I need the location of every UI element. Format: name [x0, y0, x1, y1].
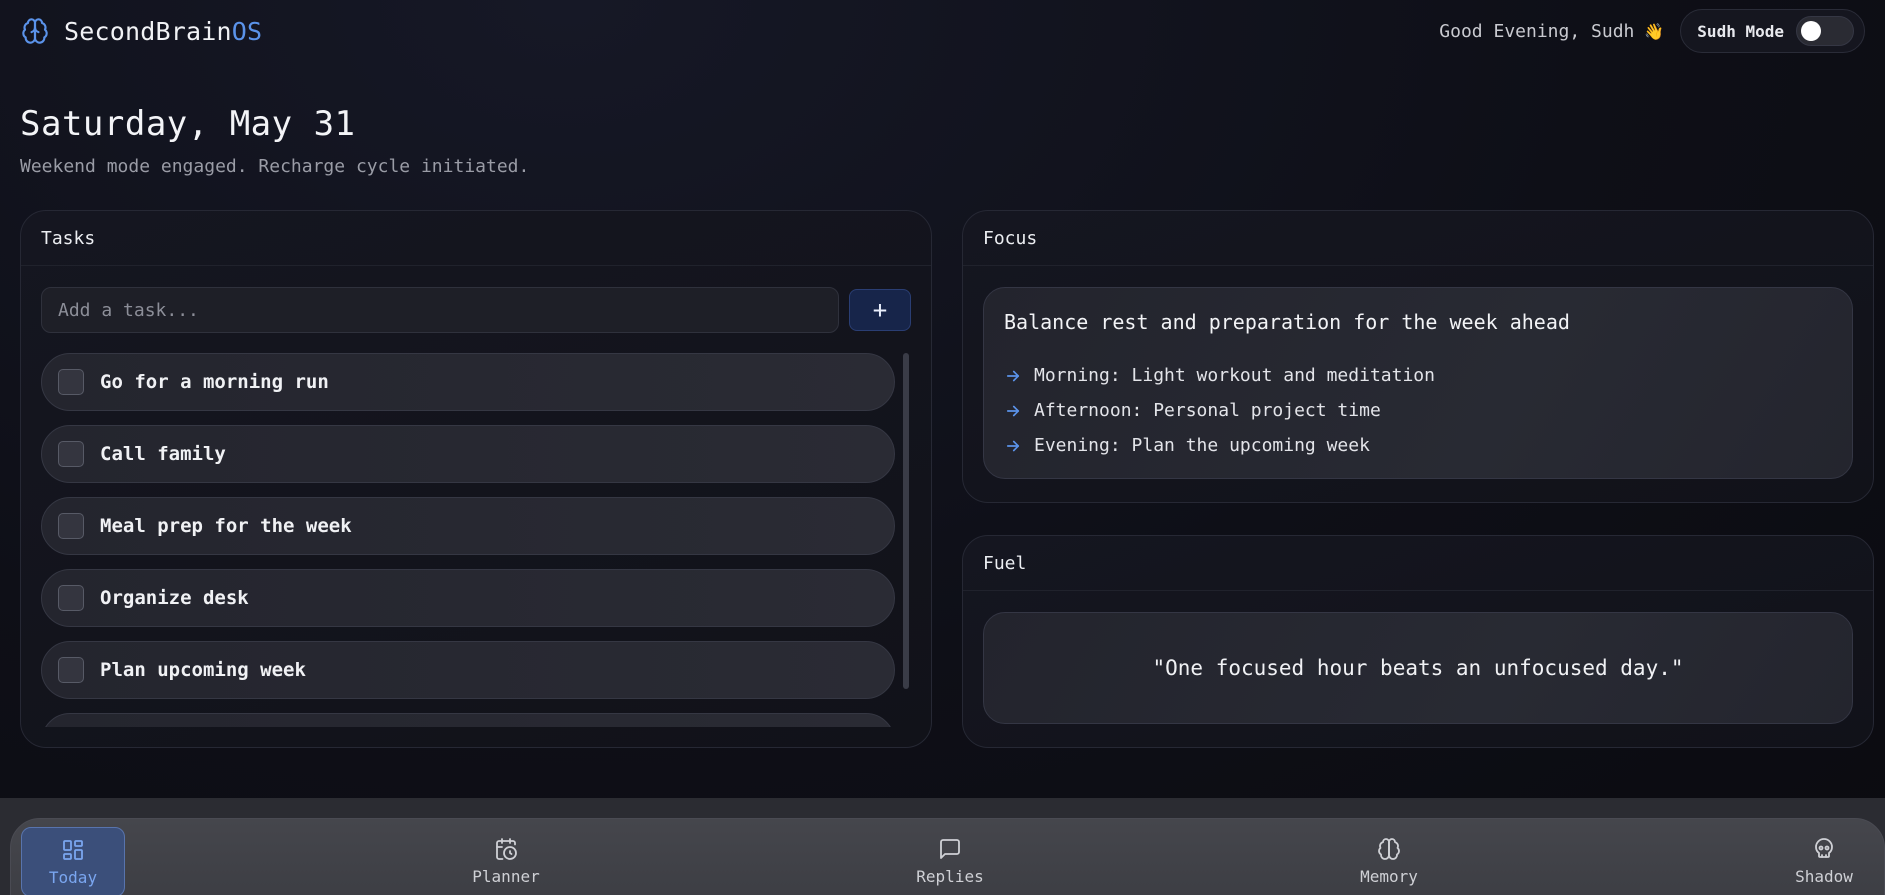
skull-icon — [1812, 837, 1836, 861]
greeting: Good Evening, Sudh 👋 — [1439, 21, 1664, 42]
fuel-card: Fuel "One focused hour beats an unfocuse… — [962, 535, 1874, 748]
task-item[interactable]: Call family — [41, 425, 895, 483]
task-checkbox[interactable] — [58, 369, 84, 395]
focus-title: Balance rest and preparation for the wee… — [1004, 310, 1570, 334]
task-list-scrollbar[interactable] — [903, 353, 909, 689]
focus-item: Morning: Light workout and meditation — [1004, 358, 1832, 393]
task-checkbox[interactable] — [58, 657, 84, 683]
add-task-input[interactable] — [41, 287, 839, 333]
focus-item: Evening: Plan the upcoming week — [1004, 428, 1832, 463]
mode-label: Sudh Mode — [1697, 21, 1784, 41]
nav-label: Replies — [916, 867, 984, 886]
nav-today[interactable]: Today — [21, 827, 125, 895]
nav-memory[interactable]: Memory — [1334, 827, 1444, 895]
focus-item-text: Evening: Plan the upcoming week — [1034, 435, 1370, 456]
fuel-heading: Fuel — [963, 536, 1873, 591]
add-task-button[interactable]: + — [849, 289, 911, 331]
nav-label: Planner — [472, 867, 540, 886]
task-checkbox[interactable] — [58, 513, 84, 539]
page-title: Saturday, May 31 — [20, 104, 356, 144]
page-subtitle: Weekend mode engaged. Recharge cycle ini… — [20, 156, 530, 177]
tasks-heading: Tasks — [21, 211, 931, 266]
arrow-right-icon — [1004, 436, 1024, 456]
task-label: Organize desk — [100, 587, 249, 609]
task-label: Go for a morning run — [100, 371, 329, 393]
greeting-text: Good Evening, Sudh — [1439, 20, 1635, 42]
nav-label: Shadow — [1795, 867, 1853, 886]
focus-card: Focus Balance rest and preparation for t… — [962, 210, 1874, 503]
focus-item: Afternoon: Personal project time — [1004, 393, 1832, 428]
nav-shadow[interactable]: Shadow — [1769, 827, 1879, 895]
brand-name: SecondBrainOS — [64, 16, 263, 46]
task-label: Plan upcoming week — [100, 659, 306, 681]
tasks-card: Tasks + Go for a morning run Call family… — [20, 210, 932, 748]
message-icon — [938, 837, 962, 861]
nav-replies[interactable]: Replies — [895, 827, 1005, 895]
fuel-quote: "One focused hour beats an unfocused day… — [1152, 656, 1684, 680]
task-checkbox[interactable] — [58, 585, 84, 611]
focus-box: Balance rest and preparation for the wee… — [983, 287, 1853, 479]
focus-item-text: Afternoon: Personal project time — [1034, 400, 1381, 421]
nav-planner[interactable]: Planner — [451, 827, 561, 895]
sudh-mode-toggle[interactable]: Sudh Mode — [1680, 9, 1865, 53]
brain-icon — [20, 16, 50, 46]
app-header: SecondBrainOS Good Evening, Sudh 👋 Sudh … — [0, 0, 1885, 62]
task-label: Call family — [100, 443, 226, 465]
task-item[interactable]: Meal prep for the week — [41, 497, 895, 555]
task-checkbox[interactable] — [58, 441, 84, 467]
task-item[interactable]: Plan upcoming week — [41, 641, 895, 699]
grid-icon — [61, 838, 85, 862]
task-item[interactable]: Go for a morning run — [41, 353, 895, 411]
nav-label: Today — [48, 868, 98, 887]
nav-label: Memory — [1360, 867, 1418, 886]
brand[interactable]: SecondBrainOS — [20, 16, 262, 46]
fuel-box: "One focused hour beats an unfocused day… — [983, 612, 1853, 724]
calendar-clock-icon — [494, 837, 518, 861]
task-item[interactable]: Organize desk — [41, 569, 895, 627]
focus-heading: Focus — [963, 211, 1873, 266]
bottom-nav: Today Planner Replies Memory Shadow — [10, 818, 1885, 895]
arrow-right-icon — [1004, 366, 1024, 386]
task-list[interactable]: Go for a morning run Call family Meal pr… — [41, 353, 913, 727]
focus-item-text: Morning: Light workout and meditation — [1034, 365, 1435, 386]
task-item-partial[interactable] — [41, 713, 895, 727]
switch-knob — [1801, 21, 1821, 41]
task-label: Meal prep for the week — [100, 515, 352, 537]
mode-switch[interactable] — [1796, 16, 1854, 46]
brain-icon — [1377, 837, 1401, 861]
wave-emoji-icon: 👋 — [1644, 21, 1665, 41]
arrow-right-icon — [1004, 401, 1024, 421]
